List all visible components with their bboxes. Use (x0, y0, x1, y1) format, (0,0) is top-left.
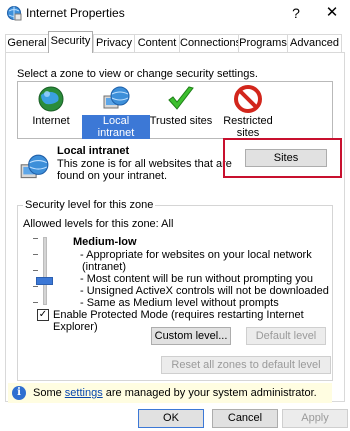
ok-button[interactable]: OK (138, 409, 204, 428)
zone-trusted-sites[interactable]: Trusted sites (147, 82, 215, 127)
slider-tick (33, 254, 38, 255)
default-level-button[interactable]: Default level (246, 327, 326, 345)
level-name: Medium-low (73, 236, 137, 248)
restricted-icon (234, 85, 262, 113)
info-icon: i (12, 386, 26, 400)
slider-thumb[interactable] (36, 277, 53, 285)
level-description-line: - Unsigned ActiveX controls will not be … (80, 285, 329, 297)
security-level-slider[interactable] (43, 237, 47, 305)
zone-instruction: Select a zone to view or change security… (17, 68, 258, 80)
zone-label-trusted-sites: Trusted sites (149, 115, 213, 127)
globe-icon (38, 86, 64, 112)
level-description-line: - Appropriate for websites on your local… (80, 249, 312, 261)
apply-button[interactable]: Apply (282, 409, 348, 428)
tab-security[interactable]: Security (48, 31, 93, 53)
allowed-levels-label: Allowed levels for this zone: All (23, 218, 174, 230)
zone-internet[interactable]: Internet (17, 82, 85, 127)
settings-link[interactable]: settings (65, 387, 103, 399)
zone-label-internet: Internet (32, 115, 70, 127)
slider-tick (33, 270, 38, 271)
level-description-line: - Most content will be run without promp… (80, 273, 313, 285)
zone-title: Local intranet (57, 145, 130, 157)
intranet-icon (20, 154, 49, 179)
zone-label-restricted-sites: Restricted sites (223, 115, 273, 139)
info-message: Some settings are managed by your system… (33, 387, 317, 399)
custom-level-button[interactable]: Custom level... (151, 327, 231, 345)
intranet-icon (103, 86, 130, 109)
info-suffix: are managed by your system administrator… (102, 387, 317, 399)
slider-tick (33, 302, 38, 303)
zone-label-local-intranet: Local intranet (82, 115, 150, 139)
slider-tick (33, 286, 38, 287)
reset-all-zones-button[interactable]: Reset all zones to default level (161, 356, 331, 374)
level-description-line: - Same as Medium level without prompts (80, 297, 279, 309)
zone-restricted-sites[interactable]: Restricted sites (214, 82, 282, 139)
zone-description: This zone is for all websites that are f… (57, 158, 232, 182)
security-level-legend: Security level for this zone (23, 199, 156, 211)
slider-tick (33, 238, 38, 239)
protected-mode-checkbox[interactable]: ✓ (37, 309, 49, 321)
highlight-annotation (223, 138, 342, 178)
info-prefix: Some (33, 387, 65, 399)
checkmark-icon (168, 86, 194, 110)
cancel-button[interactable]: Cancel (212, 409, 278, 428)
zone-local-intranet[interactable]: Local intranet (82, 82, 150, 139)
level-description-line: (intranet) (82, 261, 127, 273)
